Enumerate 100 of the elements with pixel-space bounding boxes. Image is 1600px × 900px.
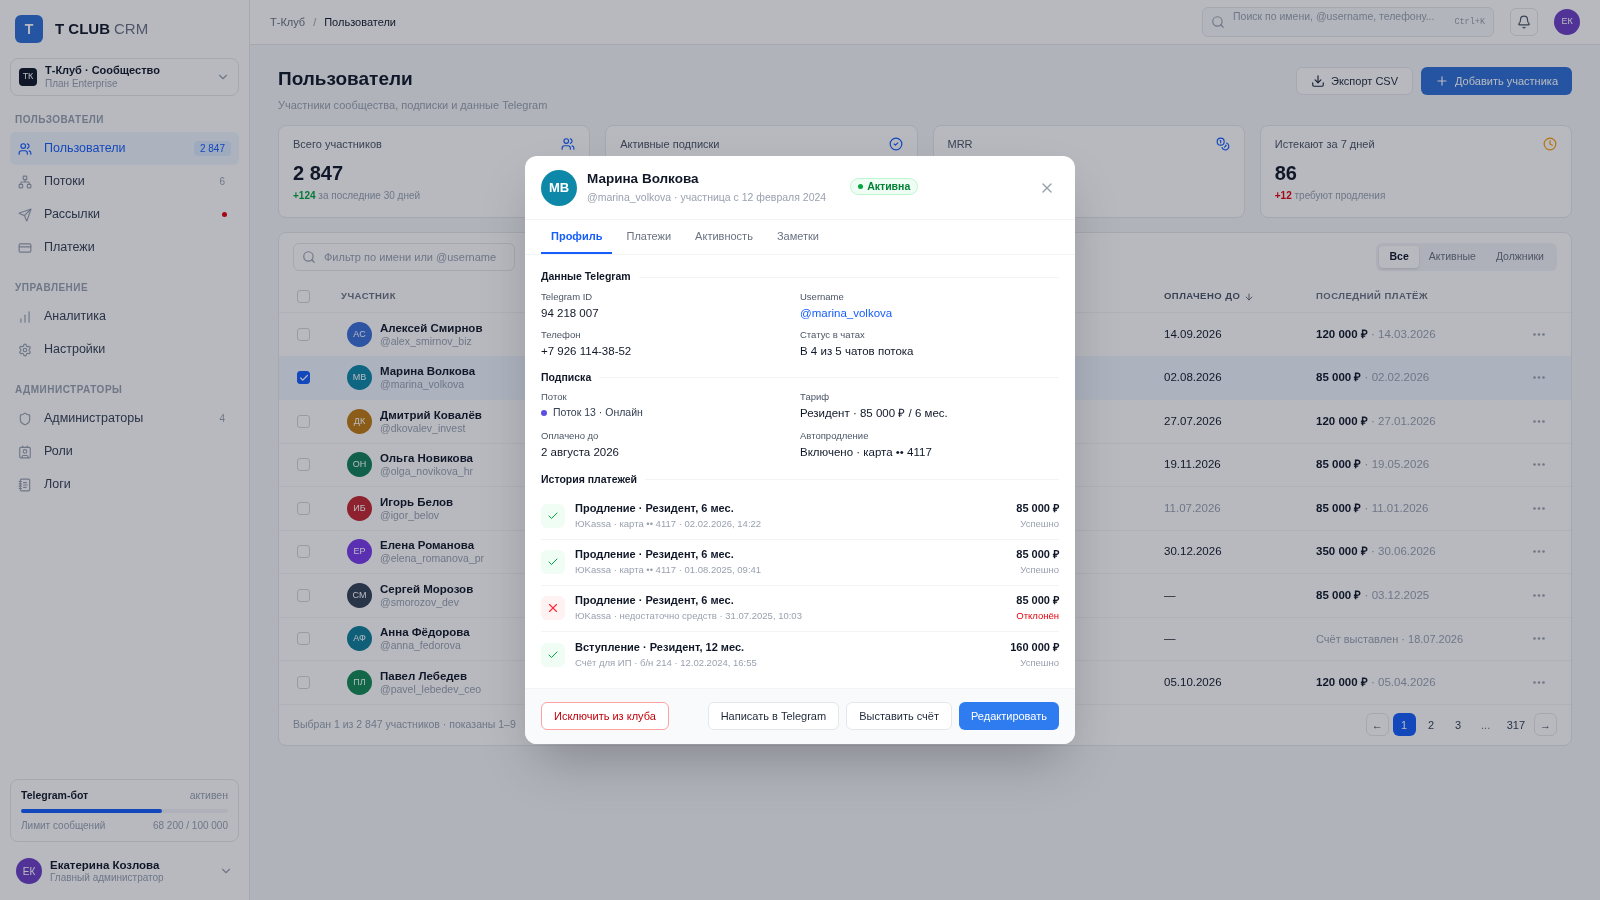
bot-status: активен [189,788,228,804]
field-value: 2 августа 2026 [541,444,620,459]
last-payment-cell-text: 85 000 ₽ · 03.12.2025 [1316,587,1430,603]
nav-count: 2 847 [193,141,231,156]
payment-title: Продление · Резидент, 6 мес. [575,548,735,563]
member-avatar: СМ [347,582,372,608]
stat-note: +12 требуют продления [1274,188,1386,203]
payment-title: Вступление · Резидент, 12 мес. [575,640,746,655]
paid-until-cell-text: 30.12.2026 [1164,544,1222,560]
field-value: +7 926 114-38-52 [541,344,633,359]
member-username: @pavel_lebedev_ceo [380,682,482,696]
pagination-ellipsis: ... [1480,717,1492,733]
last-payment-cell-text: 120 000 ₽ · 05.04.2026 [1316,674,1436,690]
bot-title: Telegram-бот [21,788,89,804]
member-username: @anna_fedorova [380,639,462,653]
user-avatar: ЕК [16,858,42,884]
member-avatar: ДК [347,408,372,434]
member-username: @alex_smirnov_biz [380,334,473,348]
paid-until-cell-text: 05.10.2026 [1164,674,1222,690]
breadcrumb-separator: / [313,14,317,30]
stat-note: +124 за последние 30 дней [293,188,421,203]
member-avatar: АФ [347,626,372,652]
member-avatar: МВ [347,365,372,391]
field-label: Оплачено до [541,429,600,442]
member-name: Игорь Белов [380,494,454,509]
last-payment-cell-text: 85 000 ₽ · 02.02.2026 [1316,370,1430,386]
payment-amount: 85 000 ₽ [1016,502,1059,517]
paid-until-cell-text: 11.07.2026 [1164,500,1221,516]
member-username: @elena_romanova_pr [380,552,485,566]
member-name: Сергей Морозов [380,581,474,596]
field-label: Поток [541,391,568,404]
payment-amount: 85 000 ₽ [1016,594,1059,609]
payment-status: Успешно [1020,518,1059,530]
last-payment-cell-text: 350 000 ₽ · 30.06.2026 [1316,544,1436,560]
member-name: Павел Лебедев [380,668,469,683]
field-label: Статус в чатах [800,329,866,342]
member-username: @igor_belov [380,508,441,522]
section-heading: Данные Telegram [541,269,631,285]
section-title: УПРАВЛЕНИЕ [14,281,90,295]
logo-name: T CLUB [55,18,110,39]
shortcut-hint: Ctrl+K [1454,15,1485,29]
member-username: @dkovalev_invest [380,421,467,435]
payment-title: Продление · Резидент, 6 мес. [575,502,735,517]
field-label: Телефон [541,329,582,342]
nav-count: 4 [218,412,226,426]
field-label: Username [800,291,845,303]
page-subtitle: Участники сообщества, подписки и данные Telegram [278,97,548,113]
paid-until-cell-text: — [1164,631,1176,647]
column-header: ПОСЛЕДНИЙ ПЛАТЁЖ [1316,289,1428,304]
user-name: Екатерина Козлова [50,857,161,872]
dialog-subtitle: @marina_volkova · участница с 12 февраля 2024 [587,191,827,205]
paid-until-cell-text: — [1164,587,1176,603]
usage-reading: 68 200 / 100 000 [152,819,228,833]
workspace-name: Т-Клуб · Сообщество [45,63,161,78]
member-name: Ольга Новикова [380,451,473,466]
workspace-avatar: ТК [19,68,37,86]
field-value: Поток 13 · Онлайн [553,406,643,420]
payment-meta: ЮKassa · карта •• 4117 · 02.02.2026, 14:22 [575,518,763,530]
page-title: Пользователи [278,67,414,91]
field-value: Включено · карта •• 4117 [800,444,933,459]
payment-meta: ЮKassa · карта •• 4117 · 01.08.2025, 09:41 [575,564,763,576]
member-username: @smorozov_dev [380,595,460,609]
logo-icon: T [15,15,43,43]
stat-label: Активные подписки [620,137,720,152]
logo-suffix: CRM [114,18,149,39]
member-avatar: ИБ [347,495,372,521]
stat-label: Всего участников [293,137,382,152]
field-value: Резидент · 85 000 ₽ / 6 мес. [800,406,949,421]
payment-status: Отклонён [1016,610,1059,622]
payment-meta: Счёт для ИП · б/н 214 · 12.02.2024, 16:55 [575,656,758,669]
member-name: Дмитрий Ковалёв [380,407,482,422]
section-heading: Подписка [541,369,592,385]
section-heading: История платежей [541,471,637,487]
nav-count: 6 [218,175,226,189]
selection-summary: Выбран 1 из 2 847 участников · показаны 1–9 [293,716,516,732]
payment-status: Успешно [1020,564,1059,576]
last-payment-cell-text: Счёт выставлен · 18.07.2026 [1316,631,1464,647]
payment-title: Продление · Резидент, 6 мес. [575,594,735,609]
payment-status: Успешно [1020,656,1059,669]
member-avatar: АС [347,321,372,347]
field-label: Тариф [800,391,831,404]
stat-label: MRR [947,137,973,152]
member-name: Марина Волкова [380,364,476,379]
user-role: Главный администратор [50,871,165,885]
dialog-avatar: МВ [541,169,577,206]
dialog-title: Марина Волкова [587,171,700,189]
column-header: УЧАСТНИК [340,289,396,304]
stat-label: Истекают за 7 дней [1274,137,1375,152]
last-payment-cell-text: 120 000 ₽ · 27.01.2026 [1316,413,1436,429]
last-payment-cell-text: 85 000 ₽ · 19.05.2026 [1316,457,1430,473]
field-value: В 4 из 5 чатов потока [800,344,915,359]
usage-label: Лимит сообщений [21,819,106,833]
workspace-plan: План Enterprise [45,77,119,91]
field-value: 94 218 007 [541,306,600,321]
payment-amount: 160 000 ₽ [1010,640,1059,655]
member-username: @marina_volkova [380,378,466,392]
member-username: @olga_novikova_hr [380,465,473,479]
paid-until-cell-text: 19.11.2026 [1164,457,1221,473]
payment-amount: 85 000 ₽ [1016,548,1059,563]
field-label: Telegram ID [541,291,594,303]
